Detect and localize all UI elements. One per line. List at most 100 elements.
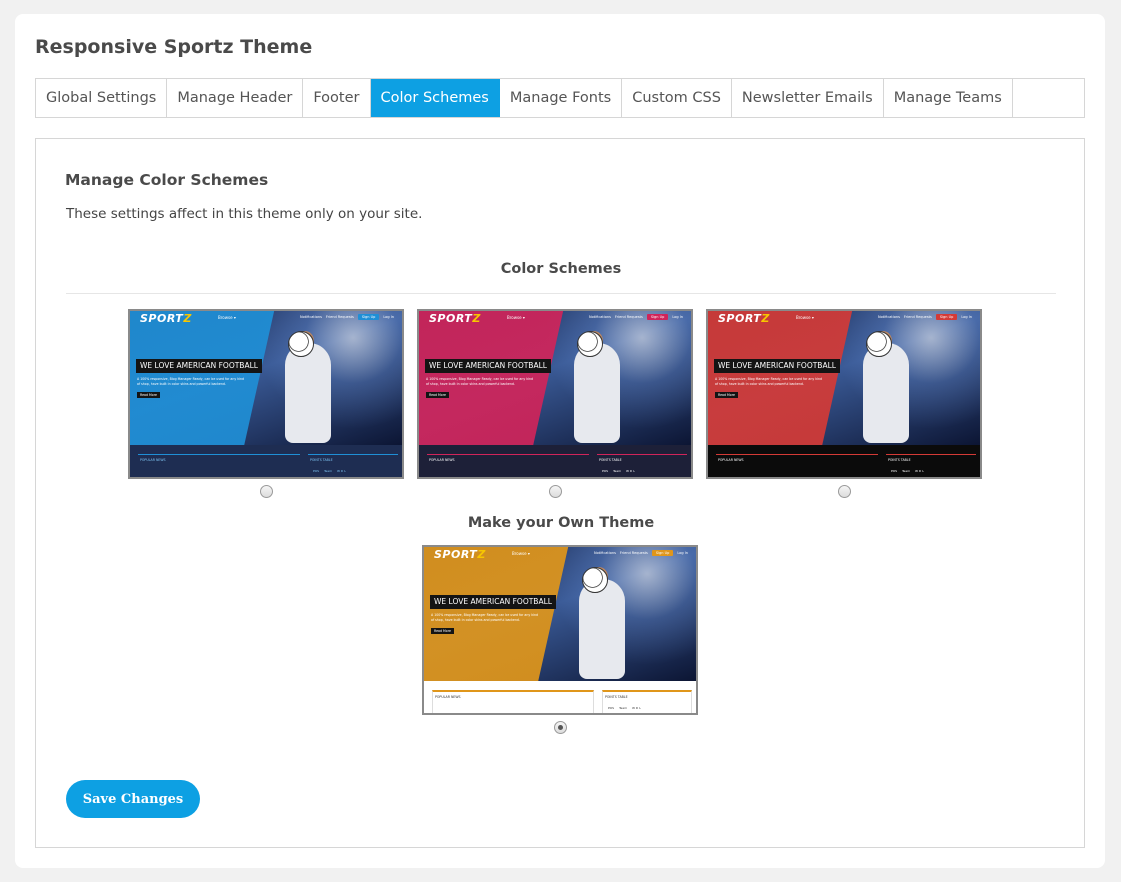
scheme-option: SPORTZ Browse ▾ Notifications Friend Req… <box>706 309 982 503</box>
tab-color-schemes[interactable]: Color Schemes <box>370 79 500 117</box>
preview-nav-friend-requests: Friend Requests <box>614 315 643 319</box>
preview-news-image <box>146 478 216 479</box>
preview-table-cols: W D L <box>337 469 346 473</box>
section-description: These settings affect in this theme only… <box>66 206 423 222</box>
preview-topbar: SPORTZ Browse ▾ Notifications Friend Req… <box>708 311 980 325</box>
preview-nav-links: Notifications Friend Requests Sign Up Lo… <box>594 550 688 556</box>
preview-table-pos: POS <box>602 469 609 473</box>
theme-preview-thumbnail[interactable]: SPORTZ Browse ▾ Notifications Friend Req… <box>417 309 693 479</box>
preview-nav-signup: Sign Up <box>651 550 674 556</box>
scheme-radio[interactable] <box>553 721 567 734</box>
preview-nav-login: Log In <box>383 315 394 319</box>
preview-nav-friend-requests: Friend Requests <box>619 551 648 555</box>
preview-news-image <box>724 478 794 479</box>
preview-table-pos: POS <box>313 469 320 473</box>
preview-points-table: POINTS TABLE POS Team W D L <box>886 454 976 477</box>
preview-headline: WE LOVE AMERICAN FOOTBALL <box>430 595 556 609</box>
preview-table-pos: POS <box>891 469 898 473</box>
preview-table-team: Team <box>619 706 628 710</box>
scheme-radio[interactable] <box>548 485 562 498</box>
preview-popular-news-label: POPULAR NEWS <box>429 458 455 462</box>
preview-table-header: POS Team W D L <box>605 706 691 711</box>
preview-logo-accent: Z <box>183 312 192 325</box>
preview-table-cols: W D L <box>632 706 641 710</box>
preview-logo-accent: Z <box>472 312 481 325</box>
preview-nav-links: Notifications Friend Requests Sign Up Lo… <box>589 314 683 320</box>
preview-table-team: Team <box>613 469 622 473</box>
own-theme-option: SPORTZ Browse ▾ Notifications Friend Req… <box>422 545 698 739</box>
preview-table-header: POS Team W D L <box>888 469 974 474</box>
preview-points-table: POINTS TABLE POS Team W D L <box>308 454 398 477</box>
preview-nav-signup: Sign Up <box>935 314 958 320</box>
preview-nav-signup: Sign Up <box>646 314 669 320</box>
preview-points-table: POINTS TABLE POS Team W D L <box>597 454 687 477</box>
preview-table-team: Team <box>902 469 911 473</box>
scheme-option: SPORTZ Browse ▾ Notifications Friend Req… <box>128 309 404 503</box>
preview-nav-friend-requests: Friend Requests <box>903 315 932 319</box>
preview-headline: WE LOVE AMERICAN FOOTBALL <box>425 359 551 373</box>
preview-blurb: A 100% responsive, Blog Manager Ready, c… <box>426 377 534 386</box>
preview-nav-dropdown: Browse ▾ <box>507 315 525 320</box>
preview-logo: SPORTZ <box>718 312 770 325</box>
preview-player <box>574 343 621 443</box>
tab-manage-fonts[interactable]: Manage Fonts <box>500 79 623 117</box>
preview-table-header: POS Team W D L <box>310 469 396 474</box>
preview-headline: WE LOVE AMERICAN FOOTBALL <box>714 359 840 373</box>
scheme-radio[interactable] <box>837 485 851 498</box>
preview-logo: SPORTZ <box>140 312 192 325</box>
preview-logo-text: SPORT <box>429 312 473 325</box>
own-theme-heading: Make your Own Theme <box>467 515 655 531</box>
preview-logo: SPORTZ <box>434 548 486 561</box>
preview-popular-news-label: POPULAR NEWS <box>140 458 166 462</box>
preview-player <box>285 343 332 443</box>
preview-nav-friend-requests: Friend Requests <box>325 315 354 319</box>
preview-table-team: Team <box>324 469 333 473</box>
preview-popular-news: POPULAR NEWS <box>432 690 594 713</box>
preview-blurb: A 100% responsive, Blog Manager Ready, c… <box>431 613 539 622</box>
preview-lower-section: POPULAR NEWS POINTS TABLE POS Team W D L <box>708 445 980 479</box>
preview-read-more: Read More <box>137 392 160 398</box>
page-title: Responsive Sportz Theme <box>35 36 313 58</box>
preview-points-table: POINTS TABLE POS Team W D L <box>602 690 692 713</box>
preview-nav-notifications: Notifications <box>589 315 611 319</box>
preview-player <box>863 343 910 443</box>
tab-global-settings[interactable]: Global Settings <box>36 79 168 117</box>
scheme-radio[interactable] <box>259 485 273 498</box>
preview-pitch-image <box>802 478 884 479</box>
theme-preview-thumbnail[interactable]: SPORTZ Browse ▾ Notifications Friend Req… <box>422 545 698 715</box>
scheme-option: SPORTZ Browse ▾ Notifications Friend Req… <box>417 309 693 503</box>
tab-manage-teams[interactable]: Manage Teams <box>884 79 1013 117</box>
tab-footer[interactable]: Footer <box>303 79 371 117</box>
theme-preview-thumbnail[interactable]: SPORTZ Browse ▾ Notifications Friend Req… <box>706 309 982 479</box>
preview-logo-accent: Z <box>477 548 486 561</box>
preview-logo-text: SPORT <box>140 312 184 325</box>
preview-headline: WE LOVE AMERICAN FOOTBALL <box>136 359 262 373</box>
settings-tabs: Global Settings Manage Header Footer Col… <box>35 78 1085 118</box>
save-changes-button[interactable]: Save Changes <box>66 780 200 818</box>
preview-nav-links: Notifications Friend Requests Sign Up Lo… <box>300 314 394 320</box>
preview-nav-login: Log In <box>961 315 972 319</box>
preview-points-table-label: POINTS TABLE <box>605 695 628 699</box>
tab-manage-header[interactable]: Manage Header <box>167 79 304 117</box>
preview-logo-text: SPORT <box>434 548 478 561</box>
preview-table-header: POS Team W D L <box>599 469 685 474</box>
preview-table-pos: POS <box>608 706 615 710</box>
section-title: Manage Color Schemes <box>65 171 269 189</box>
preview-pitch-image <box>513 478 595 479</box>
preview-read-more: Read More <box>715 392 738 398</box>
tab-custom-css[interactable]: Custom CSS <box>622 79 732 117</box>
preview-nav-login: Log In <box>677 551 688 555</box>
tab-newsletter-emails[interactable]: Newsletter Emails <box>732 79 884 117</box>
soccer-ball-icon <box>576 331 603 357</box>
theme-preview-thumbnail[interactable]: SPORTZ Browse ▾ Notifications Friend Req… <box>128 309 404 479</box>
preview-logo-text: SPORT <box>718 312 762 325</box>
preview-nav-signup: Sign Up <box>357 314 380 320</box>
preview-popular-news-label: POPULAR NEWS <box>435 695 461 699</box>
preview-popular-news: POPULAR NEWS <box>427 454 589 477</box>
preview-table-cols: W D L <box>915 469 924 473</box>
preview-lower-section: POPULAR NEWS POINTS TABLE POS Team W D L <box>130 445 402 479</box>
preview-player <box>579 579 626 679</box>
preview-pitch-image <box>224 478 306 479</box>
preview-popular-news: POPULAR NEWS <box>716 454 878 479</box>
preview-nav-notifications: Notifications <box>878 315 900 319</box>
